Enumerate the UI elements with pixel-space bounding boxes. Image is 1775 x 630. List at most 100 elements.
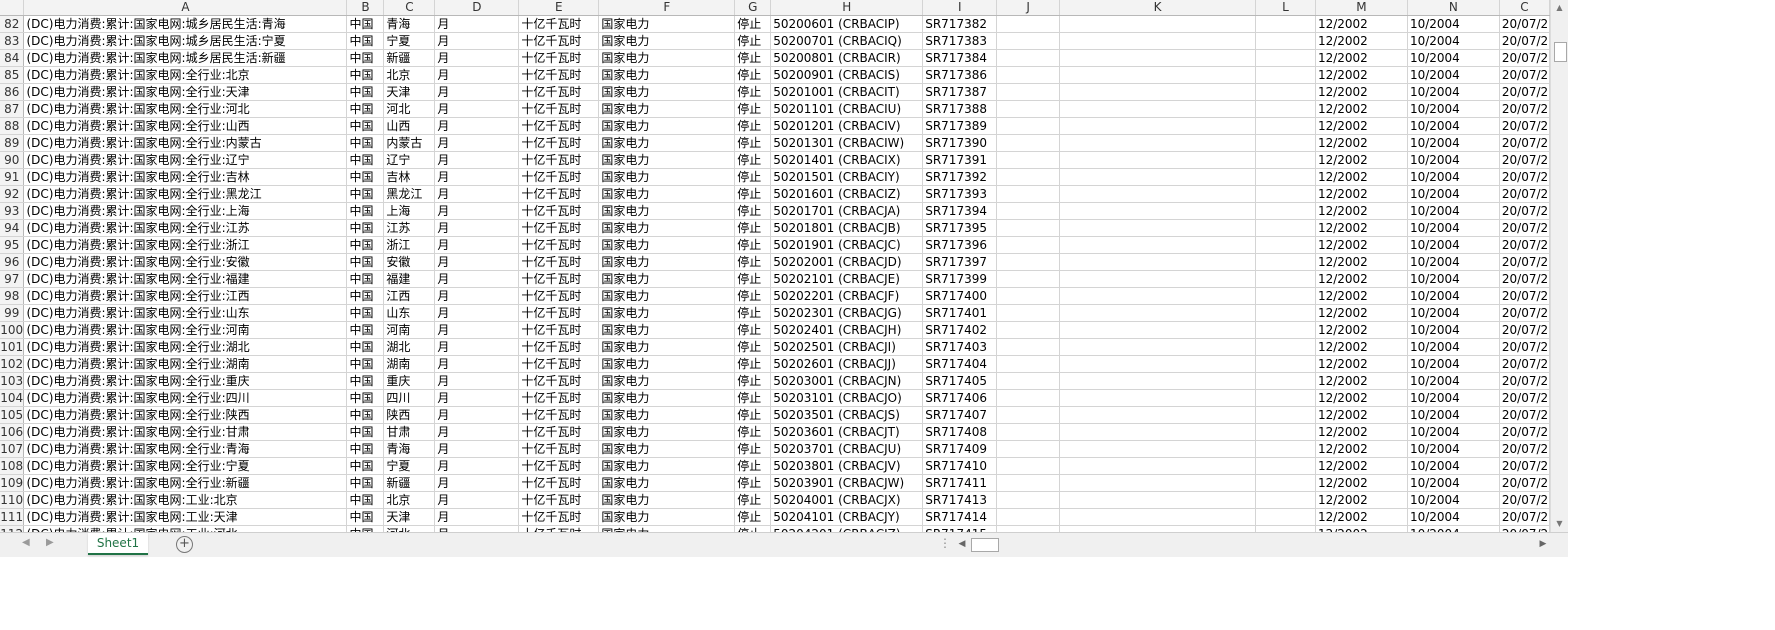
horizontal-scroll-thumb[interactable] bbox=[971, 538, 999, 552]
cell-c[interactable]: 江苏 bbox=[383, 219, 436, 237]
cell-g[interactable]: 停止 bbox=[734, 440, 772, 458]
cell-b[interactable]: 中国 bbox=[346, 66, 385, 84]
cell-d[interactable]: 月 bbox=[434, 457, 520, 475]
cell-j[interactable] bbox=[996, 423, 1061, 441]
cell-a[interactable]: (DC)电力消费:累计:国家电网:全行业:湖南 bbox=[23, 355, 348, 373]
cell-k[interactable] bbox=[1059, 372, 1257, 390]
cell-d[interactable]: 月 bbox=[434, 338, 520, 356]
column-header-c[interactable]: C bbox=[383, 0, 436, 16]
cell-a[interactable]: (DC)电力消费:累计:国家电网:全行业:辽宁 bbox=[23, 151, 348, 169]
cell-l[interactable] bbox=[1255, 406, 1316, 424]
cell-h[interactable]: 50202301 (CRBACJG) bbox=[770, 304, 924, 322]
cell-l[interactable] bbox=[1255, 389, 1316, 407]
cell-h[interactable]: 50202201 (CRBACJF) bbox=[770, 287, 924, 305]
cell-o[interactable]: 20/07/2 bbox=[1499, 338, 1550, 356]
column-header-h[interactable]: H bbox=[770, 0, 924, 16]
cell-a[interactable]: (DC)电力消费:累计:国家电网:全行业:内蒙古 bbox=[23, 134, 348, 152]
cell-f[interactable]: 国家电力 bbox=[598, 202, 736, 220]
column-header-l[interactable]: L bbox=[1255, 0, 1316, 16]
row-header[interactable]: 95 bbox=[0, 236, 25, 254]
cell-g[interactable]: 停止 bbox=[734, 406, 772, 424]
cell-f[interactable]: 国家电力 bbox=[598, 287, 736, 305]
cell-n[interactable]: 10/2004 bbox=[1407, 15, 1500, 33]
cell-e[interactable]: 十亿千瓦时 bbox=[518, 321, 600, 339]
cell-n[interactable]: 10/2004 bbox=[1407, 270, 1500, 288]
cell-l[interactable] bbox=[1255, 440, 1316, 458]
cell-i[interactable]: SR717400 bbox=[922, 287, 998, 305]
cell-a[interactable]: (DC)电力消费:累计:国家电网:全行业:河南 bbox=[23, 321, 348, 339]
cell-b[interactable]: 中国 bbox=[346, 134, 385, 152]
cell-b[interactable]: 中国 bbox=[346, 32, 385, 50]
column-header-k[interactable]: K bbox=[1059, 0, 1257, 16]
cell-j[interactable] bbox=[996, 338, 1061, 356]
cell-g[interactable]: 停止 bbox=[734, 100, 772, 118]
cell-i[interactable]: SR717409 bbox=[922, 440, 998, 458]
row-header[interactable]: 82 bbox=[0, 15, 25, 33]
cell-h[interactable]: 50202401 (CRBACJH) bbox=[770, 321, 924, 339]
cell-c[interactable]: 湖南 bbox=[383, 355, 436, 373]
cell-d[interactable]: 月 bbox=[434, 287, 520, 305]
cell-f[interactable]: 国家电力 bbox=[598, 389, 736, 407]
column-header-j[interactable]: J bbox=[996, 0, 1061, 16]
cell-o[interactable]: 20/07/2 bbox=[1499, 253, 1550, 271]
cell-f[interactable]: 国家电力 bbox=[598, 423, 736, 441]
cell-m[interactable]: 12/2002 bbox=[1315, 423, 1408, 441]
column-header-m[interactable]: M bbox=[1315, 0, 1408, 16]
cell-l[interactable] bbox=[1255, 32, 1316, 50]
cell-m[interactable]: 12/2002 bbox=[1315, 338, 1408, 356]
cell-h[interactable]: 50201201 (CRBACIV) bbox=[770, 117, 924, 135]
cell-g[interactable]: 停止 bbox=[734, 474, 772, 492]
cell-a[interactable]: (DC)电力消费:累计:国家电网:全行业:北京 bbox=[23, 66, 348, 84]
cell-c[interactable]: 重庆 bbox=[383, 372, 436, 390]
cell-i[interactable]: SR717387 bbox=[922, 83, 998, 101]
cell-k[interactable] bbox=[1059, 440, 1257, 458]
cell-b[interactable]: 中国 bbox=[346, 304, 385, 322]
cell-k[interactable] bbox=[1059, 49, 1257, 67]
cell-h[interactable]: 50201401 (CRBACIX) bbox=[770, 151, 924, 169]
cell-l[interactable] bbox=[1255, 338, 1316, 356]
cell-n[interactable]: 10/2004 bbox=[1407, 100, 1500, 118]
cell-e[interactable]: 十亿千瓦时 bbox=[518, 49, 600, 67]
cell-n[interactable]: 10/2004 bbox=[1407, 151, 1500, 169]
cell-g[interactable]: 停止 bbox=[734, 457, 772, 475]
cell-o[interactable]: 20/07/2 bbox=[1499, 389, 1550, 407]
cell-d[interactable]: 月 bbox=[434, 168, 520, 186]
cell-j[interactable] bbox=[996, 202, 1061, 220]
cell-f[interactable]: 国家电力 bbox=[598, 66, 736, 84]
row-header[interactable]: 99 bbox=[0, 304, 25, 322]
row-header[interactable]: 104 bbox=[0, 389, 25, 407]
cell-i[interactable]: SR717382 bbox=[922, 15, 998, 33]
cell-l[interactable] bbox=[1255, 321, 1316, 339]
cell-o[interactable]: 20/07/2 bbox=[1499, 372, 1550, 390]
cell-k[interactable] bbox=[1059, 168, 1257, 186]
cell-l[interactable] bbox=[1255, 457, 1316, 475]
cell-d[interactable]: 月 bbox=[434, 406, 520, 424]
column-header-a[interactable]: A bbox=[23, 0, 348, 16]
spreadsheet-grid[interactable]: A B C D E F G H I J K L M N C 82 (DC)电力消费… bbox=[0, 0, 1550, 532]
cell-i[interactable]: SR717384 bbox=[922, 49, 998, 67]
cell-o[interactable]: 20/07/2 bbox=[1499, 15, 1550, 33]
cell-k[interactable] bbox=[1059, 321, 1257, 339]
cell-f[interactable]: 国家电力 bbox=[598, 457, 736, 475]
cell-c[interactable]: 宁夏 bbox=[383, 32, 436, 50]
cell-h[interactable]: 50203601 (CRBACJT) bbox=[770, 423, 924, 441]
row-header[interactable]: 106 bbox=[0, 423, 25, 441]
cell-e[interactable]: 十亿千瓦时 bbox=[518, 270, 600, 288]
chevron-left-icon[interactable]: ◀ bbox=[22, 537, 30, 548]
scroll-right-arrow-icon[interactable]: ▶ bbox=[1536, 537, 1550, 552]
cell-h[interactable]: 50201901 (CRBACJC) bbox=[770, 236, 924, 254]
cell-c[interactable]: 江西 bbox=[383, 287, 436, 305]
cell-d[interactable]: 月 bbox=[434, 83, 520, 101]
cell-o[interactable]: 20/07/2 bbox=[1499, 304, 1550, 322]
cell-f[interactable]: 国家电力 bbox=[598, 117, 736, 135]
cell-i[interactable]: SR717396 bbox=[922, 236, 998, 254]
cell-m[interactable]: 12/2002 bbox=[1315, 491, 1408, 509]
cell-e[interactable]: 十亿千瓦时 bbox=[518, 236, 600, 254]
row-header[interactable]: 92 bbox=[0, 185, 25, 203]
cell-n[interactable]: 10/2004 bbox=[1407, 83, 1500, 101]
cell-m[interactable]: 12/2002 bbox=[1315, 100, 1408, 118]
cell-d[interactable]: 月 bbox=[434, 219, 520, 237]
cell-f[interactable]: 国家电力 bbox=[598, 185, 736, 203]
cell-d[interactable]: 月 bbox=[434, 236, 520, 254]
cell-e[interactable]: 十亿千瓦时 bbox=[518, 219, 600, 237]
